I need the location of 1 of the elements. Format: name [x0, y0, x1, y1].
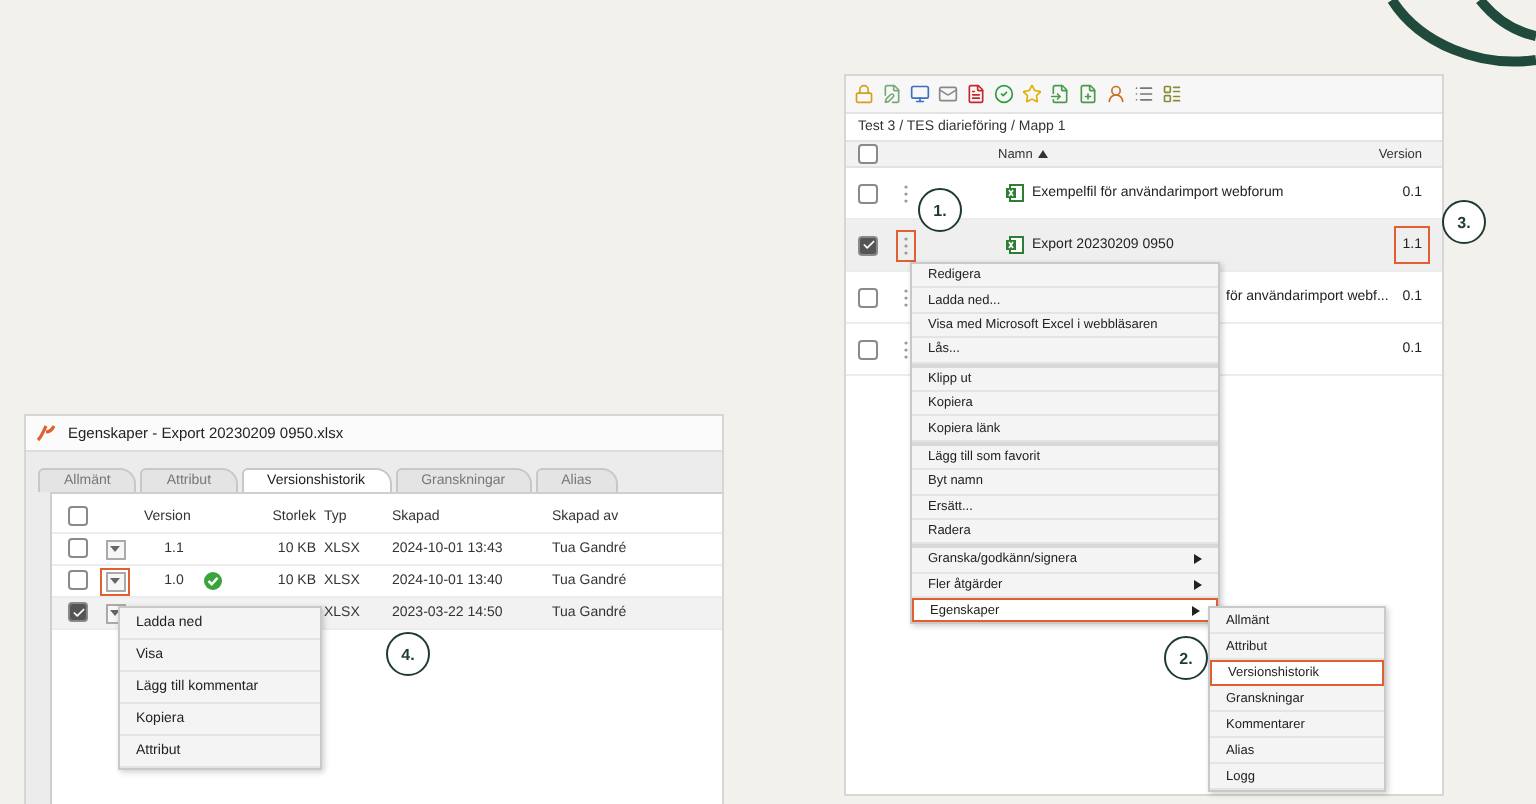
step-number: 3. — [1442, 200, 1486, 244]
